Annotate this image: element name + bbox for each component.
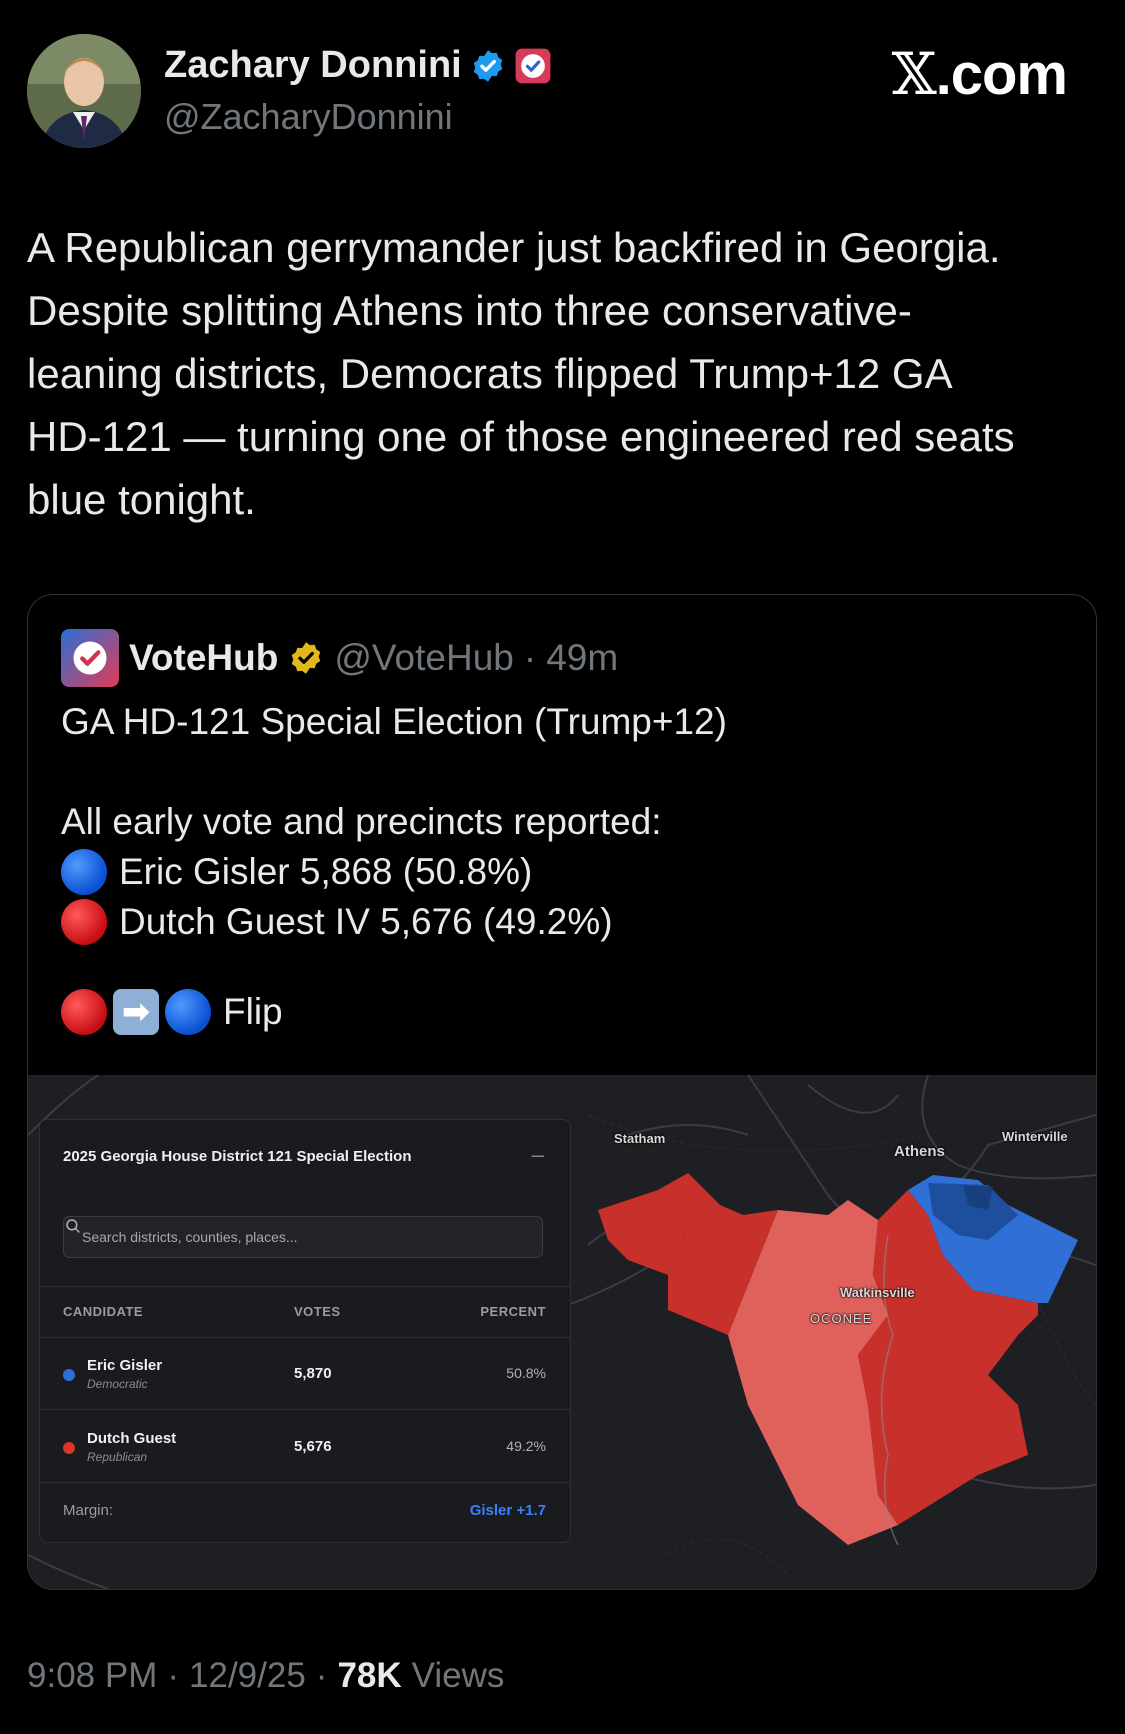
header-votes[interactable]: VOTES [294,1304,341,1319]
header-candidate[interactable]: CANDIDATE [63,1304,143,1319]
result-rep-text: Dutch Guest IV 5,676 (49.2%) [119,901,613,942]
separator-dot: · [167,1656,180,1695]
table-row[interactable]: Eric Gisler Democratic 5,870 50.8% [40,1337,570,1410]
blue-circle-icon [165,989,211,1035]
tweet-text: A Republican gerrymander just backfired … [27,216,1102,531]
election-map-image[interactable]: Statham Athens Winterville Watkinsville … [28,1075,1096,1589]
quoted-intro: All early vote and precincts reported: [61,801,662,842]
tweet-line: HD-121 — turning one of those engineered… [27,413,1015,460]
red-circle-icon [61,989,107,1035]
tweet-line: Despite splitting Athens into three cons… [27,287,912,334]
quoted-author-name[interactable]: VoteHub [129,637,278,679]
quoted-title: GA HD-121 Special Election (Trump+12) [61,701,727,742]
quoted-tweet-header: VoteHub @VoteHub · 49m [61,629,618,687]
result-dem-text: Eric Gisler 5,868 (50.8%) [119,851,533,892]
quoted-time[interactable]: 49m [546,637,618,679]
map-label-watkinsville: Watkinsville [840,1285,915,1300]
votehub-check-icon [73,641,107,675]
separator-dot: · [315,1656,328,1695]
result-line-dem: Eric Gisler 5,868 (50.8%) [61,847,727,897]
quoted-author-handle[interactable]: @VoteHub [334,637,514,679]
blue-circle-icon [61,849,107,895]
map-label-oconee: OCONEE [810,1311,873,1326]
author-handle[interactable]: @ZacharyDonnini [164,96,453,138]
margin-row: Margin: Gisler +1.7 [40,1482,570,1540]
map-label-winterville: Winterville [1002,1129,1068,1144]
tweet-line: A Republican gerrymander just backfired … [27,224,1001,271]
red-circle-icon [61,899,107,945]
tweet-line: leaning districts, Democrats flipped Tru… [27,350,953,397]
search-input[interactable] [80,1228,484,1246]
candidate-party: Democratic [87,1377,148,1391]
party-dot-icon [63,1442,75,1454]
author-name-row: Zachary Donnini [164,44,552,87]
candidate-votes: 5,676 [294,1438,332,1455]
author-avatar[interactable] [27,34,141,148]
views-count: 78K [337,1656,402,1695]
map-label-statham: Statham [614,1131,666,1146]
margin-label: Margin: [63,1502,114,1519]
margin-value: Gisler +1.7 [469,1502,546,1519]
x-com-logo: 𝕏.com [891,40,1068,108]
table-row[interactable]: Dutch Guest Republican 5,676 49.2% [40,1410,570,1483]
votehub-logo-icon[interactable] [61,629,119,687]
affiliate-badge-icon [515,48,551,83]
candidate-name: Eric Gisler [87,1357,163,1374]
right-arrow-icon: ➡ [113,989,159,1035]
candidate-percent: 50.8% [506,1365,546,1381]
tweet-footer: 9:08 PM · 12/9/25 · 78K Views [27,1656,504,1696]
candidate-percent: 49.2% [506,1438,546,1454]
candidate-votes: 5,870 [294,1365,332,1382]
author-name[interactable]: Zachary Donnini [164,44,462,87]
flip-text: Flip [223,991,283,1032]
brand-site: com [950,42,1068,107]
search-icon [66,1219,80,1233]
views-label: Views [411,1656,505,1695]
gold-verified-badge-icon [292,642,321,674]
brand-dot: . [935,42,952,107]
tweet-line: blue tonight. [27,476,256,523]
quoted-tweet[interactable]: VoteHub @VoteHub · 49m GA HD-121 Special… [27,594,1097,1590]
post-date[interactable]: 12/9/25 [189,1656,306,1696]
search-box[interactable] [63,1216,543,1258]
avatar-photo [27,34,141,148]
header-percent[interactable]: PERCENT [480,1304,546,1319]
candidate-name: Dutch Guest [87,1430,177,1447]
x-logo-icon: 𝕏 [891,40,937,108]
result-line-rep: Dutch Guest IV 5,676 (49.2%) [61,897,727,947]
quoted-tweet-body: GA HD-121 Special Election (Trump+12) Al… [61,697,727,1037]
candidate-party: Republican [87,1450,148,1464]
separator-dot: · [523,637,537,678]
party-dot-icon [63,1369,75,1381]
panel-title: 2025 Georgia House District 121 Special … [63,1148,412,1165]
results-panel: 2025 Georgia House District 121 Special … [39,1119,571,1543]
flip-line: ➡ Flip [61,987,727,1037]
verified-badge-icon [473,49,502,82]
post-time[interactable]: 9:08 PM [27,1656,157,1696]
table-header: CANDIDATE VOTES PERCENT [40,1286,570,1338]
map-label-athens: Athens [894,1143,945,1160]
minimize-button[interactable]: – [532,1142,544,1168]
